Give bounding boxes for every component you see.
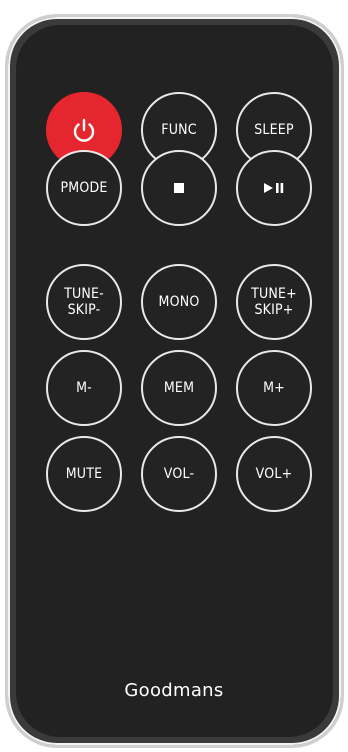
pmode-label: PMODE — [60, 180, 108, 196]
power-icon — [73, 118, 95, 142]
mono-button[interactable]: MONO — [141, 264, 217, 340]
vol-minus-label: VOL- — [163, 466, 195, 482]
brand-logo: Goodmans — [124, 680, 224, 701]
m-minus-label: M- — [76, 380, 92, 396]
skip-plus-label: SKIP+ — [254, 302, 294, 318]
tune-minus-label: TUNE- — [64, 286, 104, 302]
vol-minus-button[interactable]: VOL- — [141, 436, 217, 512]
skip-minus-label: SKIP- — [67, 302, 101, 318]
stop-button[interactable] — [141, 150, 217, 226]
m-plus-label: M+ — [263, 380, 285, 396]
vol-plus-button[interactable]: VOL+ — [236, 436, 312, 512]
tune-skip-minus-button[interactable]: TUNE- SKIP- — [46, 264, 122, 340]
mono-label: MONO — [158, 294, 200, 310]
stop-icon — [174, 183, 184, 193]
pmode-button[interactable]: PMODE — [46, 150, 122, 226]
tune-skip-minus-labels: TUNE- SKIP- — [64, 286, 104, 318]
play-pause-icon — [264, 183, 284, 193]
m-plus-button[interactable]: M+ — [236, 350, 312, 426]
play-pause-button[interactable] — [236, 150, 312, 226]
tune-plus-label: TUNE+ — [251, 286, 297, 302]
mem-label: MEM — [163, 380, 195, 396]
mute-button[interactable]: MUTE — [46, 436, 122, 512]
func-label: FUNC — [161, 122, 197, 138]
m-minus-button[interactable]: M- — [46, 350, 122, 426]
tune-skip-plus-button[interactable]: TUNE+ SKIP+ — [236, 264, 312, 340]
vol-plus-label: VOL+ — [255, 466, 293, 482]
sleep-label: SLEEP — [254, 122, 294, 138]
mute-label: MUTE — [65, 466, 103, 482]
tune-skip-plus-labels: TUNE+ SKIP+ — [251, 286, 297, 318]
mem-button[interactable]: MEM — [141, 350, 217, 426]
